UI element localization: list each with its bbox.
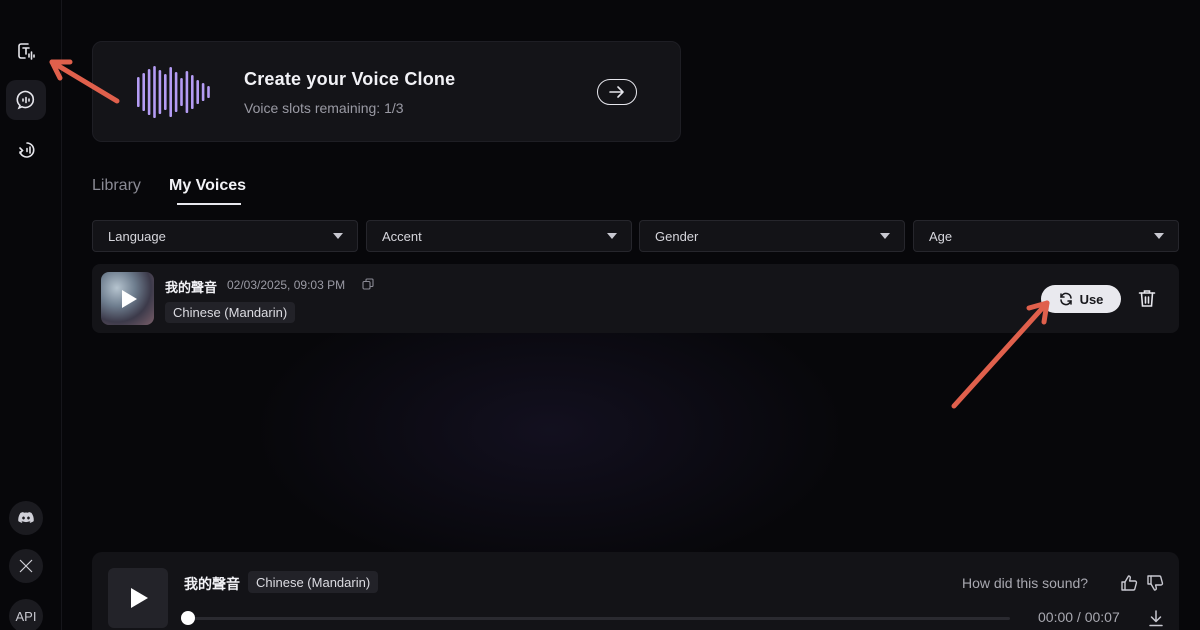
voice-language-badge: Chinese (Mandarin) [165,302,296,323]
sidebar-item-voice-chat[interactable] [6,80,46,120]
arrow-right-icon [609,86,624,98]
waveform-bar [191,75,194,109]
refresh-icon [1059,292,1072,306]
voice-list-item: 我的聲音 02/03/2025, 09:03 PM Chinese (Manda… [92,264,1179,333]
discord-icon [18,512,34,523]
download-icon[interactable] [1148,609,1164,627]
text-to-speech-icon [18,43,35,60]
playback-progress-track[interactable] [188,617,1010,620]
gender-filter[interactable]: Gender [639,220,905,252]
accent-filter-label: Accent [382,228,422,244]
waveform-bar [147,69,151,115]
waveform-bar [174,72,178,112]
delete-icon[interactable] [1138,289,1156,308]
player-language-badge: Chinese (Mandarin) [248,571,379,593]
hero-title: Create your Voice Clone [244,69,456,89]
player-play-button[interactable] [108,568,168,628]
voice-slots-remaining: Voice slots remaining: 1/3 [244,100,404,116]
x-icon [19,559,33,573]
playback-scrubber-handle[interactable] [181,611,195,625]
gender-filter-label: Gender [655,228,699,244]
waveform-bar [158,70,162,114]
thumbs-down-icon[interactable] [1146,574,1164,592]
waveform-bar [180,78,183,106]
age-filter-label: Age [929,228,953,244]
waveform-bar [207,86,210,98]
use-voice-button[interactable]: Use [1041,285,1121,313]
waveform-bar [153,66,156,118]
create-voice-clone-button[interactable] [597,79,637,105]
voice-date: 02/03/2025, 09:03 PM [227,278,346,292]
chevron-down-icon [880,233,890,239]
voice-changer-icon [19,142,35,158]
chevron-down-icon [333,233,343,239]
active-tab-indicator [177,203,241,205]
waveform-bar [164,74,167,110]
tab-my-voices[interactable]: My Voices [169,177,246,195]
feedback-question: How did this sound? [962,575,1089,591]
waveform-bar [169,67,172,117]
voice-preview-play-button[interactable] [101,272,154,325]
tab-library[interactable]: Library [92,177,141,195]
player-voice-name: 我的聲音 [184,576,240,592]
chevron-down-icon [1154,233,1164,239]
waveform-icon [137,66,210,118]
play-icon [121,289,137,308]
waveform-bar [196,80,199,104]
api-label: API [15,608,37,624]
language-filter-label: Language [108,228,166,244]
sidebar-item-voice-changer[interactable] [6,130,46,170]
copy-icon[interactable] [362,278,374,290]
language-filter[interactable]: Language [92,220,358,252]
x-link[interactable] [9,549,43,583]
discord-link[interactable] [9,501,43,535]
sidebar-item-text-to-speech[interactable] [6,31,46,71]
play-icon [131,588,148,608]
playback-time: 00:00 / 00:07 [1038,609,1120,625]
chevron-down-icon [607,233,617,239]
waveform-bar [201,83,205,101]
chat-voice-icon [16,90,35,110]
waveform-bar [142,73,145,111]
waveform-bar [137,77,140,107]
accent-filter[interactable]: Accent [366,220,632,252]
audio-player: 我的聲音 Chinese (Mandarin) How did this sou… [92,552,1179,630]
voice-name: 我的聲音 [165,280,218,295]
age-filter[interactable]: Age [913,220,1179,252]
waveform-bar [185,71,189,113]
api-link[interactable]: API [9,599,43,630]
use-button-label: Use [1079,291,1104,307]
sidebar: API [0,0,62,630]
thumbs-up-icon[interactable] [1120,574,1138,592]
create-voice-clone-card[interactable]: Create your Voice Clone Voice slots rema… [92,41,681,142]
